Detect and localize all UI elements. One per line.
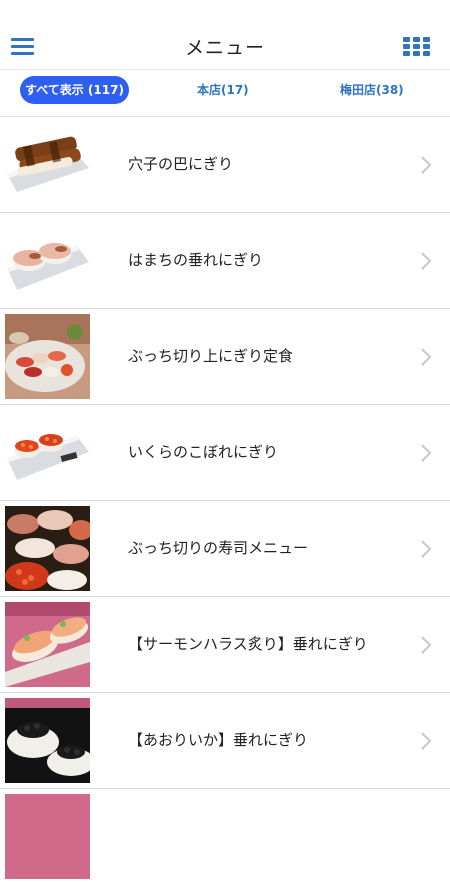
menu-item-image bbox=[5, 410, 90, 495]
chevron-right-icon bbox=[421, 252, 432, 270]
list-item[interactable]: 【あおりいか】垂れにぎり bbox=[0, 693, 450, 789]
menu-item-label: 【あおりいか】垂れにぎり bbox=[128, 731, 309, 749]
filter-tab-umeda[interactable]: 梅田店(38) bbox=[340, 76, 404, 104]
chevron-right-icon bbox=[421, 732, 432, 750]
chevron-right-icon bbox=[421, 348, 432, 366]
grid-icon[interactable] bbox=[403, 37, 430, 57]
chevron-right-icon bbox=[421, 444, 432, 462]
menu-item-image bbox=[5, 794, 90, 879]
nav-bar: メニュー bbox=[0, 0, 450, 70]
filter-tab-honten[interactable]: 本店(17) bbox=[197, 76, 249, 104]
list-item[interactable] bbox=[0, 789, 450, 884]
menu-item-label: ぶっち切りの寿司メニュー bbox=[128, 539, 309, 557]
page-title: メニュー bbox=[184, 37, 265, 59]
menu-item-image bbox=[5, 218, 90, 303]
menu-item-label: 穴子の巴にぎり bbox=[128, 155, 234, 173]
menu-item-image bbox=[5, 506, 90, 591]
menu-item-image bbox=[5, 602, 90, 687]
list-item[interactable]: いくらのこぼれにぎり bbox=[0, 405, 450, 501]
chevron-right-icon bbox=[421, 540, 432, 558]
menu-item-image bbox=[5, 122, 90, 207]
menu-item-label: 【サーモンハラス炙り】垂れにぎり bbox=[128, 635, 368, 653]
list-item[interactable]: ぶっち切り上にぎり定食 bbox=[0, 309, 450, 405]
menu-item-label: いくらのこぼれにぎり bbox=[128, 443, 279, 461]
list-item[interactable]: 【サーモンハラス炙り】垂れにぎり bbox=[0, 597, 450, 693]
list-item[interactable]: はまちの垂れにぎり bbox=[0, 213, 450, 309]
filter-tabs: すべて表示 (117) 本店(17) 梅田店(38) bbox=[0, 70, 450, 117]
list-item[interactable]: ぶっち切りの寿司メニュー bbox=[0, 501, 450, 597]
menu-item-image bbox=[5, 314, 90, 399]
menu-item-image bbox=[5, 698, 90, 783]
chevron-right-icon bbox=[421, 636, 432, 654]
chevron-right-icon bbox=[421, 156, 432, 174]
menu-item-label: ぶっち切り上にぎり定食 bbox=[128, 347, 294, 365]
filter-tab-all[interactable]: すべて表示 (117) bbox=[20, 76, 129, 104]
list-item[interactable]: 穴子の巴にぎり bbox=[0, 117, 450, 213]
menu-item-label: はまちの垂れにぎり bbox=[128, 251, 264, 269]
